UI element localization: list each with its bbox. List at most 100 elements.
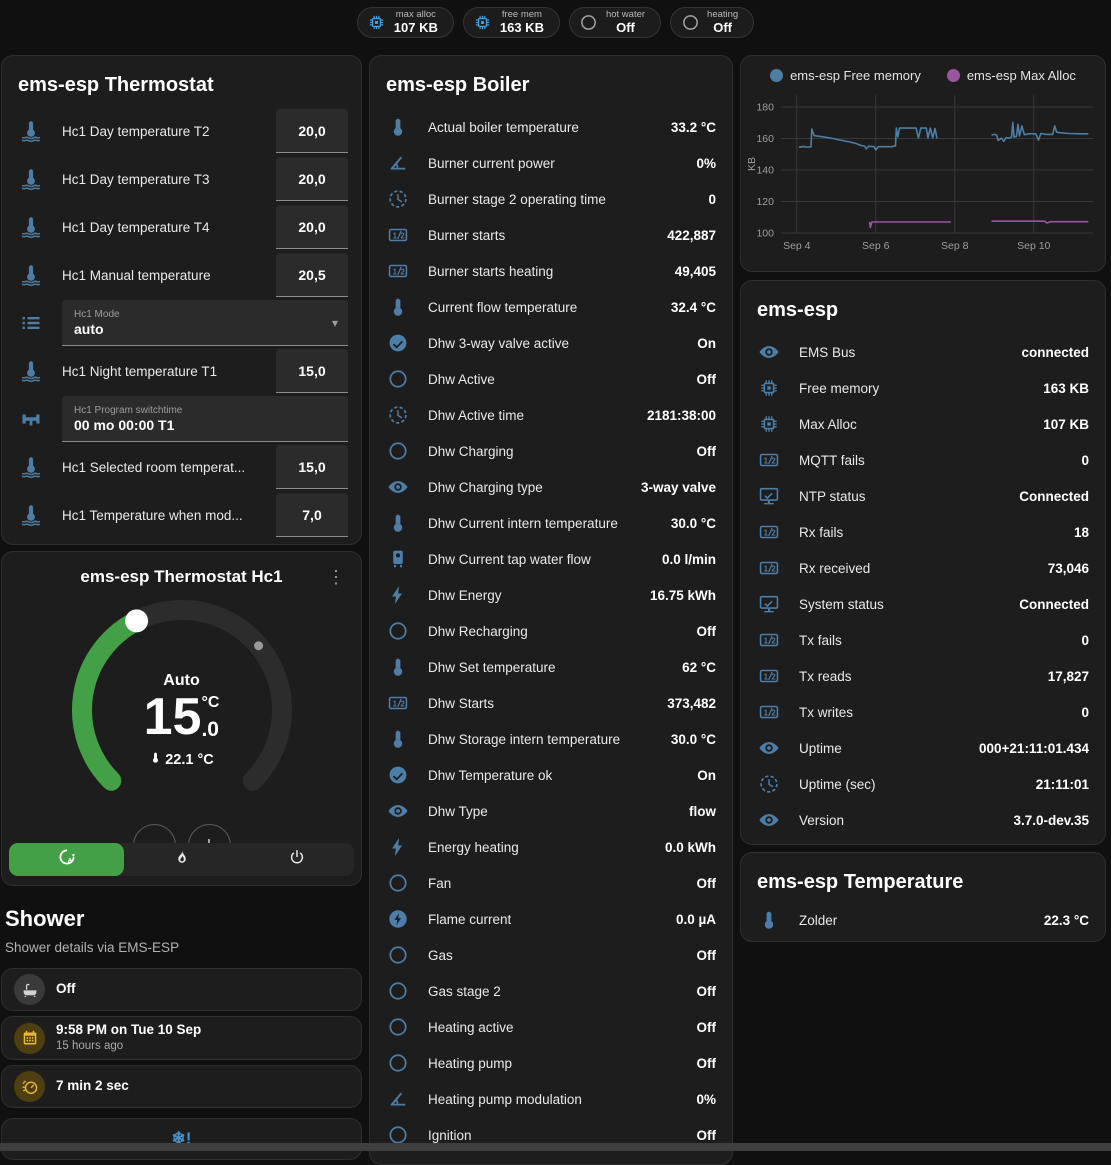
radio-blank-icon <box>386 619 410 643</box>
entity-row[interactable]: Flame current0.0 µA <box>384 901 718 937</box>
check-circle-icon <box>386 763 410 787</box>
temperature-input[interactable] <box>276 205 348 249</box>
badge-heating[interactable]: heatingOff <box>670 7 754 38</box>
entity-value: 3.7.0-dev.35 <box>1003 813 1089 828</box>
entity-row[interactable]: Uptime (sec)21:11:01 <box>755 766 1091 802</box>
heat-mode-button[interactable] <box>124 843 239 876</box>
shower-tile[interactable]: 9:58 PM on Tue 10 Sep15 hours ago <box>1 1016 362 1060</box>
thermostat-dial-arc[interactable] <box>62 590 302 830</box>
chip-icon <box>757 412 781 436</box>
badge-label: hot water <box>606 10 645 21</box>
entity-value: On <box>687 768 716 783</box>
badge-max-alloc[interactable]: max alloc107 KB <box>357 7 454 38</box>
badge-hot-water[interactable]: hot waterOff <box>569 7 661 38</box>
entity-row[interactable]: Gas stage 2Off <box>384 973 718 1009</box>
entity-value: 33.2 °C <box>661 120 716 135</box>
mode-select[interactable]: Hc1 Modeauto▾ <box>62 300 348 346</box>
legend-item[interactable]: ems-esp Max Alloc <box>947 68 1076 83</box>
entity-value: 30.0 °C <box>661 516 716 531</box>
entity-row[interactable]: Heating pumpOff <box>384 1045 718 1081</box>
legend-item[interactable]: ems-esp Free memory <box>770 68 921 83</box>
entity-value: 0.0 µA <box>666 912 716 927</box>
entity-value: Off <box>687 1020 717 1035</box>
counter-icon: 12 <box>386 223 410 247</box>
entity-row[interactable]: Zolder22.3 °C <box>755 902 1091 938</box>
entity-row[interactable]: 12Tx writes0 <box>755 694 1091 730</box>
entity-row[interactable]: 12Rx fails18 <box>755 514 1091 550</box>
temperature-input[interactable] <box>276 109 348 153</box>
entity-row[interactable]: Energy heating0.0 kWh <box>384 829 718 865</box>
badge-value: Off <box>713 21 732 36</box>
entity-row[interactable]: Dhw Temperature okOn <box>384 757 718 793</box>
entity-row[interactable]: Burner stage 2 operating time0 <box>384 181 718 217</box>
entity-row[interactable]: Heating active Off <box>384 1009 718 1045</box>
thermometer-water-icon <box>18 262 44 288</box>
svg-text:2: 2 <box>400 267 405 276</box>
entity-row[interactable]: Actual boiler temperature33.2 °C <box>384 109 718 145</box>
entity-row[interactable]: Dhw Typeflow <box>384 793 718 829</box>
entity-row[interactable]: Dhw Current tap water flow0.0 l/min <box>384 541 718 577</box>
tile-primary-text: 9:58 PM on Tue 10 Sep <box>56 1022 201 1039</box>
entity-row[interactable]: 12Burner starts422,887 <box>384 217 718 253</box>
entity-row[interactable]: Dhw RechargingOff <box>384 613 718 649</box>
entity-row[interactable]: 12Tx fails0 <box>755 622 1091 658</box>
auto-mode-button[interactable]: A <box>9 843 124 876</box>
svg-text:Sep 6: Sep 6 <box>862 240 890 252</box>
entity-row[interactable]: Dhw 3-way valve activeOn <box>384 325 718 361</box>
temperature-input[interactable] <box>276 445 348 489</box>
entity-row[interactable]: Dhw Storage intern temperature30.0 °C <box>384 721 718 757</box>
entity-row[interactable]: Max Alloc107 KB <box>755 406 1091 442</box>
entity-value: 16.75 kWh <box>640 588 716 603</box>
entity-row[interactable]: NTP statusConnected <box>755 478 1091 514</box>
entity-label: Dhw Charging <box>428 444 514 459</box>
entity-row[interactable]: Current flow temperature32.4 °C <box>384 289 718 325</box>
entity-label: Burner stage 2 operating time <box>428 192 606 207</box>
entity-row[interactable]: Dhw Charging type3-way valve <box>384 469 718 505</box>
temperature-input[interactable] <box>276 349 348 393</box>
entity-row[interactable]: EMS Busconnected <box>755 334 1091 370</box>
emsesp-card-title: ems-esp <box>741 281 1105 332</box>
svg-text:2: 2 <box>771 708 776 717</box>
badge-free-mem[interactable]: free mem163 KB <box>463 7 560 38</box>
entity-row[interactable]: 12MQTT fails0 <box>755 442 1091 478</box>
entity-row[interactable]: Dhw ChargingOff <box>384 433 718 469</box>
entity-row[interactable]: Dhw Current intern temperature30.0 °C <box>384 505 718 541</box>
entity-row[interactable]: 12Rx received73,046 <box>755 550 1091 586</box>
entity-row[interactable]: Version3.7.0-dev.35 <box>755 802 1091 838</box>
temperature-input[interactable] <box>276 253 348 297</box>
entity-row[interactable]: System statusConnected <box>755 586 1091 622</box>
dashboard: { "colors": { "icon_blue": "#4d7ea8", "b… <box>0 0 1111 1151</box>
horizontal-scrollbar[interactable] <box>0 1143 1111 1151</box>
shower-tile[interactable]: Off <box>1 968 362 1011</box>
badge-value: 107 KB <box>394 21 438 36</box>
shower-tile[interactable]: ❄! <box>1 1118 362 1160</box>
entity-row[interactable]: Heating pump modulation0% <box>384 1081 718 1117</box>
temperature-input[interactable] <box>276 493 348 537</box>
boiler-rows: Actual boiler temperature33.2 °CBurner c… <box>370 107 732 1159</box>
dial-handle[interactable] <box>125 609 148 632</box>
switchtime-field[interactable]: Hc1 Program switchtime00 mo 00:00 T1 <box>62 396 348 442</box>
thermometer-water-icon <box>18 502 44 528</box>
entity-row[interactable]: 12Burner starts heating49,405 <box>384 253 718 289</box>
entity-row[interactable]: Free memory163 KB <box>755 370 1091 406</box>
entity-label: Heating active <box>428 1020 514 1035</box>
entity-row[interactable]: 12Tx reads17,827 <box>755 658 1091 694</box>
entity-row[interactable]: FanOff <box>384 865 718 901</box>
chevron-down-icon[interactable]: ▾ <box>332 316 338 330</box>
shower-tile[interactable]: 7 min 2 sec <box>1 1065 362 1108</box>
more-options-icon[interactable]: ⋮ <box>321 564 351 590</box>
entity-row[interactable]: Dhw ActiveOff <box>384 361 718 397</box>
entity-row[interactable]: Uptime000+21:11:01.434 <box>755 730 1091 766</box>
setting-row: Hc1 Program switchtime00 mo 00:00 T1 <box>2 395 361 443</box>
entity-row[interactable]: Dhw Set temperature62 °C <box>384 649 718 685</box>
entity-row[interactable]: GasOff <box>384 937 718 973</box>
entity-row[interactable]: Dhw Energy16.75 kWh <box>384 577 718 613</box>
boiler-card-title: ems-esp Boiler <box>370 56 732 107</box>
entity-row[interactable]: 12Dhw Starts373,482 <box>384 685 718 721</box>
temperature-input[interactable] <box>276 157 348 201</box>
tile-primary-text: Off <box>56 981 76 998</box>
field-value: 00 mo 00:00 T1 <box>74 417 336 433</box>
entity-row[interactable]: Burner current power0% <box>384 145 718 181</box>
entity-row[interactable]: Dhw Active time2181:38:00 <box>384 397 718 433</box>
off-mode-button[interactable] <box>239 843 354 876</box>
